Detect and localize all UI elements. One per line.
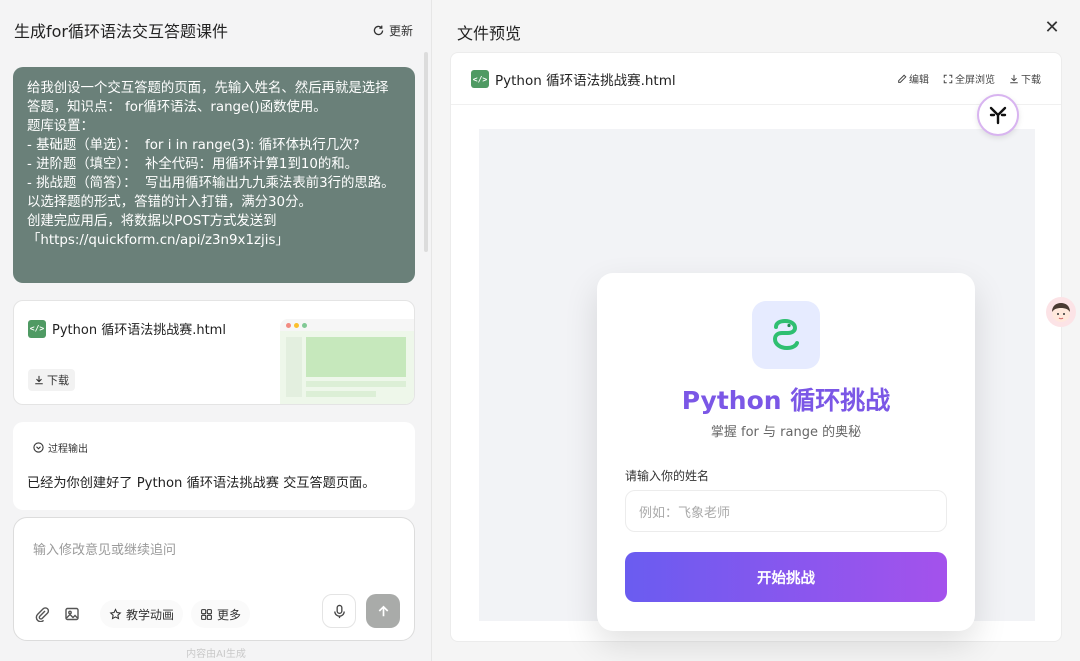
more-button[interactable]: 更多 [191, 600, 251, 628]
preview-file-title: </> Python 循环语法挑战赛.html [471, 69, 676, 89]
process-output-label: 过程输出 [48, 444, 88, 455]
fullscreen-label: 全屏浏览 [955, 75, 995, 86]
preview-header: </> Python 循环语法挑战赛.html 编辑 全屏浏览 下载 [451, 53, 1061, 105]
chat-input-box[interactable]: 输入修改意见或继续追问 教学动画 更多 [13, 517, 415, 641]
image-icon[interactable] [62, 604, 82, 624]
edit-label: 编辑 [909, 75, 929, 86]
html-file-icon: </> [471, 70, 489, 88]
preview-card: </> Python 循环语法挑战赛.html 编辑 全屏浏览 下载 Pytho… [450, 52, 1062, 642]
html-file-icon: </> [28, 319, 46, 338]
arrow-up-icon [378, 605, 388, 616]
brand-logo-icon [989, 106, 1007, 125]
file-card-filename: Python 循环语法挑战赛.html [52, 323, 226, 338]
pencil-icon [898, 74, 907, 83]
floating-assistant-logo[interactable] [977, 94, 1019, 136]
name-field[interactable]: 例如：飞象老师 [625, 490, 947, 532]
girl-avatar-icon [1052, 303, 1070, 322]
file-card-title: </> Python 循环语法挑战赛.html [28, 319, 226, 338]
name-field-label: 请输入你的姓名 [625, 469, 710, 483]
user-prompt-bubble: 给我创设一个交互答题的页面，先输入姓名、然后再就是选择答题，知识点： for循环… [13, 67, 415, 283]
attach-icon[interactable] [32, 604, 52, 624]
voice-input-button[interactable] [322, 594, 356, 628]
update-button[interactable]: 更新 [372, 22, 413, 39]
microphone-icon [333, 604, 345, 618]
more-label: 更多 [217, 607, 242, 622]
teach-animation-button[interactable]: 教学动画 [100, 600, 184, 628]
edit-button[interactable]: 编辑 [897, 71, 929, 86]
quiz-login-card: Python 循环挑战 掌握 for 与 range 的奥秘 请输入你的姓名 例… [597, 273, 975, 631]
chat-panel: 生成for循环语法交互答题课件 更新 给我创设一个交互答题的页面，先输入姓名、然… [0, 0, 432, 661]
generated-file-card[interactable]: </> Python 循环语法挑战赛.html 下载 [13, 300, 415, 405]
file-download-label: 下载 [47, 374, 69, 387]
preview-actions: 编辑 全屏浏览 下载 [897, 71, 1041, 86]
update-label: 更新 [388, 23, 413, 38]
fullscreen-icon [943, 74, 953, 83]
chat-header: 生成for循环语法交互答题课件 更新 [14, 18, 413, 42]
preview-download-button[interactable]: 下载 [1009, 71, 1041, 86]
refresh-icon [373, 25, 384, 35]
ai-disclaimer: 内容由AI生成 [186, 649, 246, 660]
python-logo-tile [752, 301, 820, 369]
assistant-response-card: 过程输出 已经为你创建好了 Python 循环语法挑战赛 交互答题页面。 [13, 422, 415, 510]
snake-logo-icon [772, 318, 799, 351]
preview-stage: Python 循环挑战 掌握 for 与 range 的奥秘 请输入你的姓名 例… [479, 129, 1035, 631]
grid-icon [201, 608, 212, 620]
preview-filename: Python 循环语法挑战赛.html [495, 73, 676, 89]
sparkle-star-icon [109, 607, 122, 620]
fullscreen-button[interactable]: 全屏浏览 [943, 71, 995, 86]
download-icon [1010, 74, 1018, 83]
quiz-subtitle: 掌握 for 与 range 的奥秘 [710, 425, 862, 440]
send-button[interactable] [366, 594, 400, 628]
assistant-response-text: 已经为你创建好了 Python 循环语法挑战赛 交互答题页面。 [27, 476, 376, 491]
chat-scrollbar[interactable] [424, 52, 428, 252]
file-thumbnail [280, 319, 414, 404]
start-challenge-button[interactable]: 开始挑战 [625, 552, 947, 602]
process-icon [33, 442, 44, 453]
file-download-button[interactable]: 下载 [28, 369, 75, 391]
teach-animation-label: 教学动画 [126, 607, 175, 622]
chat-title: 生成for循环语法交互答题课件 [14, 22, 229, 41]
close-icon[interactable]: ✕ [1044, 18, 1060, 38]
preview-panel-title: 文件预览 [457, 24, 522, 43]
download-icon [35, 375, 43, 385]
chat-input-placeholder[interactable]: 输入修改意见或继续追问 [33, 539, 176, 558]
process-output-toggle[interactable]: 过程输出 [33, 440, 88, 455]
avatar[interactable] [1046, 297, 1076, 327]
preview-download-label: 下载 [1021, 75, 1041, 86]
quiz-title: Python 循环挑战 [681, 386, 891, 415]
